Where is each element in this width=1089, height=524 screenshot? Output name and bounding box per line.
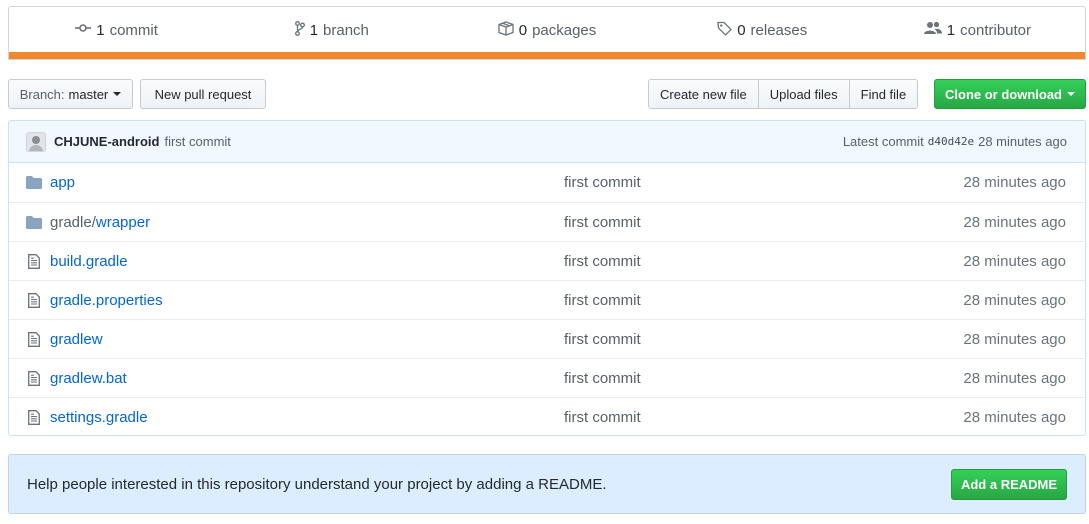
branch-select-button[interactable]: Branch: master <box>8 79 133 109</box>
repo-summary: 1 commit 1 branch 0 packages 0 releases … <box>8 6 1086 60</box>
releases-label: releases <box>750 21 808 39</box>
file-commit-message[interactable]: first commit <box>564 292 864 309</box>
file-name-link[interactable]: app <box>50 174 564 191</box>
file-name-link[interactable]: gradle.properties <box>50 292 564 309</box>
file-age: 28 minutes ago <box>963 330 1066 348</box>
file-age: 28 minutes ago <box>963 174 1066 191</box>
file-name: wrapper <box>95 213 151 231</box>
commit-author[interactable]: CHJUNE-android <box>54 134 159 149</box>
contributors-link[interactable]: 1 contributor <box>870 21 1085 39</box>
tag-icon <box>717 21 733 40</box>
latest-commit-bar: CHJUNE-android first commit Latest commi… <box>9 121 1085 163</box>
people-icon <box>923 21 942 39</box>
file-commit-message[interactable]: first commit <box>564 409 864 426</box>
contributors-label: contributor <box>960 21 1032 39</box>
file-age: 28 minutes ago <box>963 252 1066 270</box>
chevron-down-icon <box>1067 92 1075 96</box>
file-icon <box>26 370 42 386</box>
branches-count: 1 <box>309 21 319 39</box>
package-icon <box>498 20 514 40</box>
file-age: 28 minutes ago <box>963 291 1066 309</box>
chevron-down-icon <box>113 92 122 96</box>
find-file-button[interactable]: Find file <box>849 80 918 108</box>
new-pull-request-button[interactable]: New pull request <box>140 79 266 109</box>
file-name: app <box>50 174 76 191</box>
file-age: 28 minutes ago <box>963 408 1066 426</box>
commit-sha[interactable]: d40d42e <box>928 135 974 148</box>
file-name-link[interactable]: gradlew.bat <box>50 370 564 387</box>
upload-files-button[interactable]: Upload files <box>758 80 850 108</box>
file-commit-message[interactable]: first commit <box>564 214 864 231</box>
file-name: gradlew <box>50 330 103 348</box>
file-row[interactable]: gradle.properties first commit 28 minutes … <box>9 280 1085 319</box>
file-icon <box>26 253 42 269</box>
file-icon <box>26 331 42 347</box>
language-bar[interactable] <box>9 52 1085 59</box>
readme-prompt: Help people interested in this repositor… <box>8 454 1086 514</box>
commit-icon <box>75 21 92 39</box>
file-row[interactable]: settings.gradle first commit 28 minutes ag… <box>9 397 1085 435</box>
file-row[interactable]: app first commit 28 minutes ago <box>9 163 1085 202</box>
avatar[interactable] <box>26 131 46 152</box>
clone-or-download-button[interactable]: Clone or download <box>934 79 1086 109</box>
add-readme-button[interactable]: Add a README <box>951 469 1067 500</box>
commit-age: 28 minutes ago <box>978 134 1067 149</box>
branches-link[interactable]: 1 branch <box>224 20 439 40</box>
latest-commit-prefix: Latest commit <box>842 134 924 149</box>
file-icon <box>26 409 42 425</box>
folder-icon <box>26 214 42 230</box>
file-row[interactable]: gradlew first commit 28 minutes ago <box>9 319 1085 358</box>
commits-label: commit <box>109 21 158 39</box>
releases-count: 0 <box>737 21 746 39</box>
file-commit-message[interactable]: first commit <box>564 253 864 270</box>
file-dir-prefix: gradle/ <box>50 213 96 231</box>
file-commit-message[interactable]: first commit <box>564 331 864 348</box>
file-commit-message[interactable]: first commit <box>564 370 864 387</box>
readme-prompt-text: Help people interested in this repositor… <box>27 475 607 493</box>
create-new-file-button[interactable]: Create new file <box>649 80 759 108</box>
file-age: 28 minutes ago <box>963 369 1066 387</box>
file-table: CHJUNE-android first commit Latest commi… <box>8 120 1086 436</box>
file-row[interactable]: gradlew.bat first commit 28 minutes ago <box>9 358 1085 397</box>
file-icon <box>26 292 42 308</box>
packages-label: packages <box>532 21 597 39</box>
branch-prefix: Branch: <box>19 86 65 102</box>
file-name: gradlew.bat <box>50 369 127 387</box>
commit-message[interactable]: first commit <box>164 134 230 149</box>
file-name-link[interactable]: gradlew <box>50 331 564 348</box>
file-row[interactable]: build.gradle first commit 28 minutes ago <box>9 241 1085 280</box>
branch-icon <box>294 20 305 40</box>
file-name: gradle.properties <box>50 291 163 309</box>
file-name-link[interactable]: settings.gradle <box>50 409 564 426</box>
packages-link[interactable]: 0 packages <box>439 20 654 40</box>
file-name-link[interactable]: build.gradle <box>50 253 564 270</box>
file-name: build.gradle <box>50 252 128 270</box>
file-name: settings.gradle <box>50 408 148 426</box>
commits-count: 1 <box>96 21 105 39</box>
folder-icon <box>26 175 42 191</box>
branches-label: branch <box>323 21 369 39</box>
file-row[interactable]: gradle/wrapper first commit 28 minutes ago <box>9 202 1085 241</box>
branch-name: master <box>68 86 109 102</box>
packages-count: 0 <box>518 21 528 39</box>
file-name-link[interactable]: gradle/wrapper <box>50 214 564 231</box>
file-commit-message[interactable]: first commit <box>564 174 864 191</box>
clone-or-download-label: Clone or download <box>945 86 1062 102</box>
file-actions-group: Create new file Upload files Find file <box>648 79 919 109</box>
contributors-count: 1 <box>946 21 956 39</box>
commits-link[interactable]: 1 commit <box>9 21 224 39</box>
file-age: 28 minutes ago <box>963 213 1066 231</box>
releases-link[interactable]: 0 releases <box>655 21 870 40</box>
